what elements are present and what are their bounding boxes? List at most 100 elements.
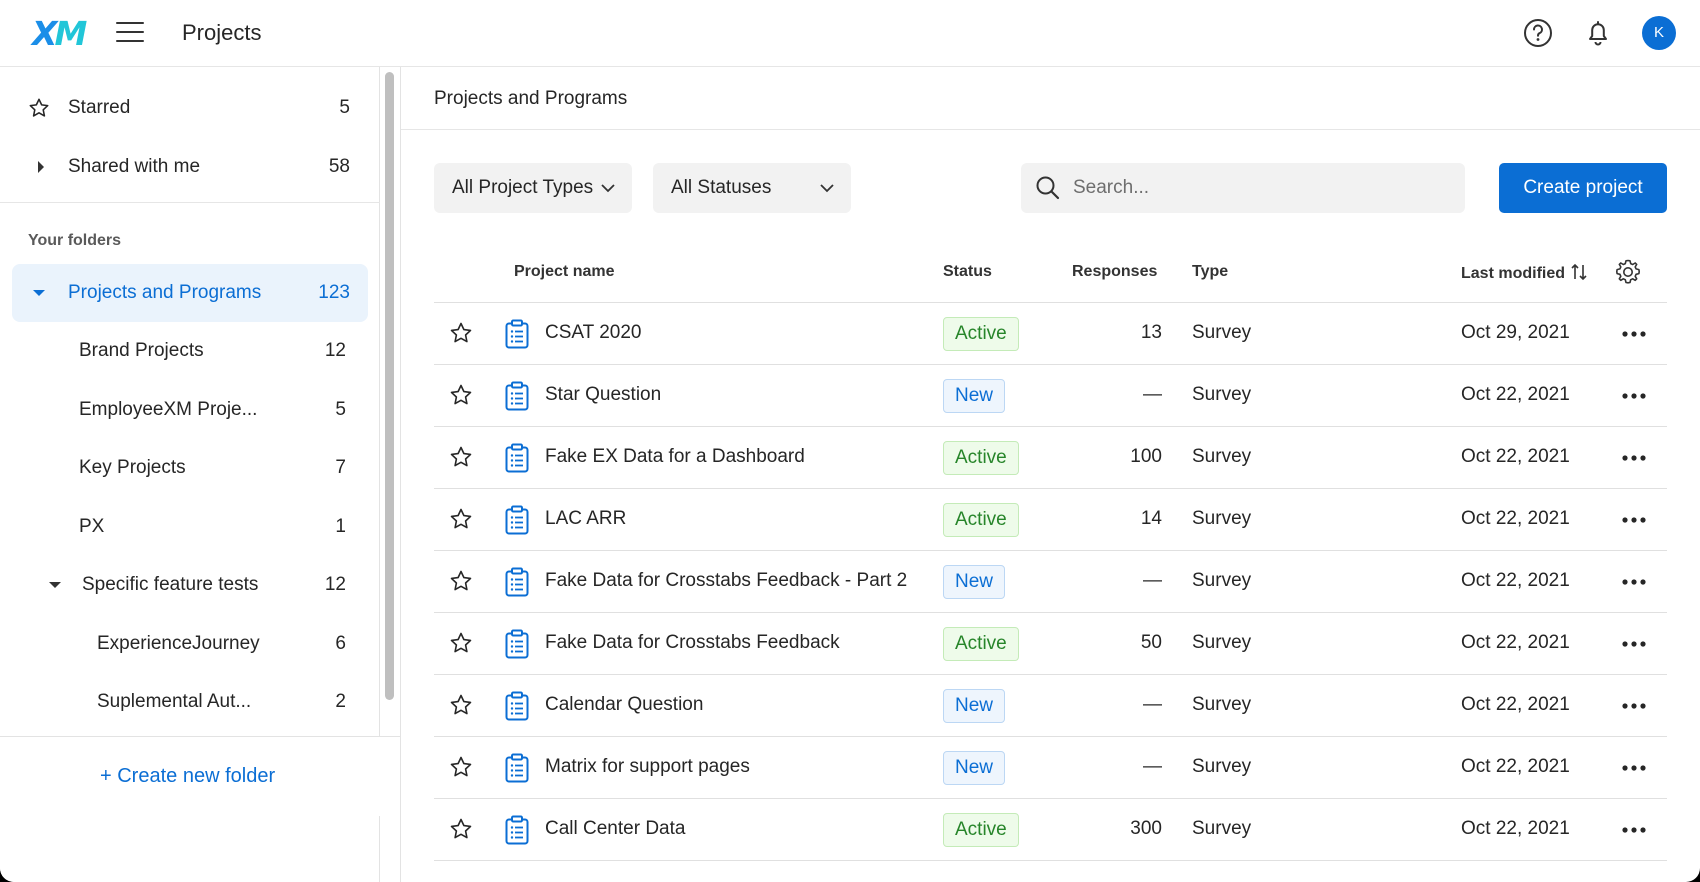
search-input[interactable]: [1073, 163, 1453, 213]
table-row[interactable]: CSAT 2020 Active 13 Survey Oct 29, 2021: [434, 303, 1667, 365]
column-header-name[interactable]: Project name: [514, 263, 614, 281]
responses-count: —: [1143, 694, 1162, 715]
help-icon[interactable]: [1522, 17, 1554, 49]
caret-down-icon[interactable]: [48, 580, 62, 590]
star-icon[interactable]: [449, 321, 473, 345]
project-name-link[interactable]: Star Question: [545, 384, 661, 406]
star-icon[interactable]: [449, 507, 473, 531]
table-row[interactable]: Fake EX Data for a Dashboard Active 100 …: [434, 427, 1667, 489]
chevron-right-icon[interactable]: [36, 160, 46, 174]
sidebar-footer: + Create new folder: [0, 736, 400, 816]
status-badge: Active: [943, 813, 1019, 847]
xm-logo[interactable]: XM: [32, 14, 87, 53]
star-icon[interactable]: [449, 631, 473, 655]
sidebar-item-experiencejourney[interactable]: ExperienceJourney 6: [12, 615, 368, 673]
project-name-link[interactable]: Call Center Data: [545, 818, 685, 840]
star-icon[interactable]: [449, 445, 473, 469]
column-header-last-modified[interactable]: Last modified: [1461, 263, 1588, 283]
sidebar-item-key-projects[interactable]: Key Projects 7: [12, 439, 368, 497]
create-project-button[interactable]: Create project: [1499, 163, 1667, 213]
more-icon[interactable]: [1620, 819, 1648, 841]
sidebar-item-count: 7: [335, 457, 346, 478]
app-window: XM Projects K Starred 5 Shared with me 5…: [0, 0, 1700, 882]
sidebar-item-specific-feature-tests[interactable]: Specific feature tests 12: [12, 556, 368, 614]
chevron-down-icon: [820, 184, 834, 193]
star-icon[interactable]: [449, 383, 473, 407]
sidebar-scrollbar[interactable]: [385, 72, 394, 700]
project-types-dropdown[interactable]: All Project Types: [434, 163, 632, 213]
search-box[interactable]: [1021, 163, 1465, 213]
sidebar-divider: [0, 202, 380, 203]
sidebar-item-count: 123: [318, 282, 350, 303]
sidebar-item-starred[interactable]: Starred 5: [12, 79, 368, 137]
bell-icon[interactable]: [1582, 17, 1614, 49]
clipboard-icon: [505, 753, 529, 783]
more-icon[interactable]: [1620, 385, 1648, 407]
star-icon[interactable]: [449, 817, 473, 841]
column-header-status[interactable]: Status: [943, 263, 992, 281]
sidebar-item-count: 12: [324, 574, 346, 595]
statuses-dropdown[interactable]: All Statuses: [653, 163, 851, 213]
more-icon[interactable]: [1620, 323, 1648, 345]
project-name-link[interactable]: LAC ARR: [545, 508, 626, 530]
sidebar-item-label: Key Projects: [79, 457, 186, 478]
gear-icon[interactable]: [1613, 257, 1643, 287]
sidebar-item-projects-and-programs[interactable]: Projects and Programs 123: [12, 264, 368, 322]
your-folders-heading: Your folders: [28, 232, 122, 249]
more-icon[interactable]: [1620, 633, 1648, 655]
more-icon[interactable]: [1620, 695, 1648, 717]
sidebar-item-px[interactable]: PX 1: [12, 498, 368, 556]
table-row[interactable]: Matrix for support pages New — Survey Oc…: [434, 737, 1667, 799]
create-new-folder-button[interactable]: + Create new folder: [100, 765, 275, 788]
star-icon[interactable]: [449, 693, 473, 717]
project-name-link[interactable]: Fake Data for Crosstabs Feedback - Part …: [545, 570, 907, 592]
table-row[interactable]: Fake Data for Crosstabs Feedback Active …: [434, 613, 1667, 675]
main-content: Projects and Programs All Project Types …: [401, 67, 1700, 882]
project-types-value: All Project Types: [452, 177, 594, 198]
responses-count: —: [1143, 384, 1162, 405]
table-row[interactable]: LAC ARR Active 14 Survey Oct 22, 2021: [434, 489, 1667, 551]
chevron-down-icon: [601, 184, 615, 193]
responses-count: 100: [1130, 446, 1162, 467]
sidebar-item-brand-projects[interactable]: Brand Projects 12: [12, 322, 368, 380]
project-name-link[interactable]: Fake EX Data for a Dashboard: [545, 446, 805, 468]
project-type: Survey: [1192, 446, 1252, 467]
project-name-link[interactable]: Fake Data for Crosstabs Feedback: [545, 632, 840, 654]
caret-down-icon[interactable]: [32, 288, 46, 298]
sidebar-item-count: 1: [335, 516, 346, 537]
responses-count: 50: [1140, 632, 1162, 653]
project-name-link[interactable]: Matrix for support pages: [545, 756, 750, 778]
column-header-label: Last modified: [1461, 265, 1566, 282]
project-name-link[interactable]: CSAT 2020: [545, 322, 641, 344]
sidebar-item-employeexm-projects[interactable]: EmployeeXM Proje... 5: [12, 381, 368, 439]
last-modified-date: Oct 22, 2021: [1461, 694, 1570, 715]
star-icon[interactable]: [449, 569, 473, 593]
more-icon[interactable]: [1620, 571, 1648, 593]
more-icon[interactable]: [1620, 447, 1648, 469]
table-row[interactable]: Calendar Question New — Survey Oct 22, 2…: [434, 675, 1667, 737]
star-icon[interactable]: [449, 755, 473, 779]
status-badge: Active: [943, 441, 1019, 475]
avatar[interactable]: K: [1642, 16, 1676, 50]
sort-icon[interactable]: [1571, 263, 1588, 281]
responses-count: —: [1143, 570, 1162, 591]
table-row[interactable]: Fake Data for Crosstabs Feedback - Part …: [434, 551, 1667, 613]
sidebar-item-suplemental[interactable]: Suplemental Aut... 2: [12, 673, 368, 731]
menu-icon[interactable]: [116, 22, 144, 44]
status-badge: New: [943, 751, 1006, 785]
project-name-link[interactable]: Calendar Question: [545, 694, 703, 716]
more-icon[interactable]: [1620, 509, 1648, 531]
clipboard-icon: [505, 567, 529, 597]
logo-x: X: [32, 14, 58, 53]
table-row[interactable]: Star Question New — Survey Oct 22, 2021: [434, 365, 1667, 427]
status-badge: New: [943, 689, 1006, 723]
column-header-responses[interactable]: Responses: [1072, 263, 1157, 281]
sidebar-item-shared[interactable]: Shared with me 58: [12, 138, 368, 196]
last-modified-date: Oct 22, 2021: [1461, 818, 1570, 839]
project-type: Survey: [1192, 756, 1252, 777]
table-row[interactable]: Call Center Data Active 300 Survey Oct 2…: [434, 799, 1667, 861]
top-header: XM Projects K: [0, 0, 1700, 67]
more-icon[interactable]: [1620, 757, 1648, 779]
column-header-type[interactable]: Type: [1192, 263, 1228, 281]
sidebar-item-count: 58: [328, 156, 350, 177]
